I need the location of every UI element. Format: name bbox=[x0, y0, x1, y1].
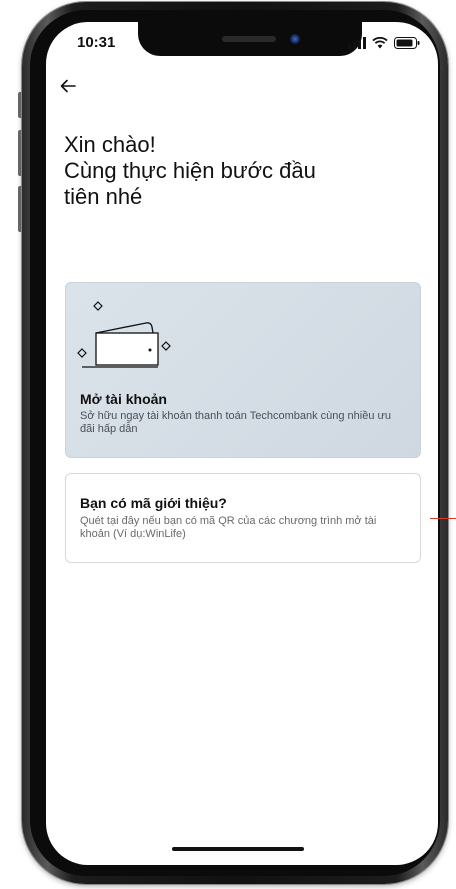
wifi-icon bbox=[372, 36, 388, 54]
title-line-1: Xin chào! bbox=[64, 132, 156, 157]
page-title: Xin chào! Cùng thực hiện bước đầu tiên n… bbox=[64, 132, 424, 210]
open-account-description: Sở hữu ngay tài khoản thanh toán Techcom… bbox=[80, 410, 392, 435]
phone-screen: 10:31 Xin chào! Cùng thực hiện bước đầu … bbox=[46, 22, 438, 865]
referral-code-card[interactable]: Bạn có mã giới thiệu? Quét tại đây nếu b… bbox=[65, 473, 421, 563]
annotation-pointer-line bbox=[430, 518, 456, 519]
back-button[interactable] bbox=[56, 76, 80, 100]
referral-description: Quét tại đây nếu bạn có mã QR của các ch… bbox=[80, 515, 377, 540]
wallet-icon bbox=[76, 295, 176, 380]
battery-icon bbox=[394, 36, 420, 54]
referral-title: Bạn có mã giới thiệu? bbox=[80, 495, 227, 511]
cellular-signal-icon bbox=[348, 36, 366, 54]
title-line-3: tiên nhé bbox=[64, 184, 143, 209]
app-screenshot: 10:31 Xin chào! Cùng thực hiện bước đầu … bbox=[0, 0, 456, 889]
speaker-grille bbox=[222, 36, 276, 42]
home-indicator[interactable] bbox=[172, 847, 304, 851]
open-account-title: Mở tài khoản bbox=[80, 391, 167, 407]
front-camera bbox=[290, 34, 300, 44]
status-icons bbox=[348, 36, 420, 54]
notch bbox=[138, 22, 362, 56]
status-time: 10:31 bbox=[77, 34, 116, 51]
arrow-left-icon bbox=[60, 79, 76, 98]
title-line-2: Cùng thực hiện bước đầu bbox=[64, 158, 316, 183]
open-account-card[interactable]: Mở tài khoản Sở hữu ngay tài khoản thanh… bbox=[65, 282, 421, 458]
